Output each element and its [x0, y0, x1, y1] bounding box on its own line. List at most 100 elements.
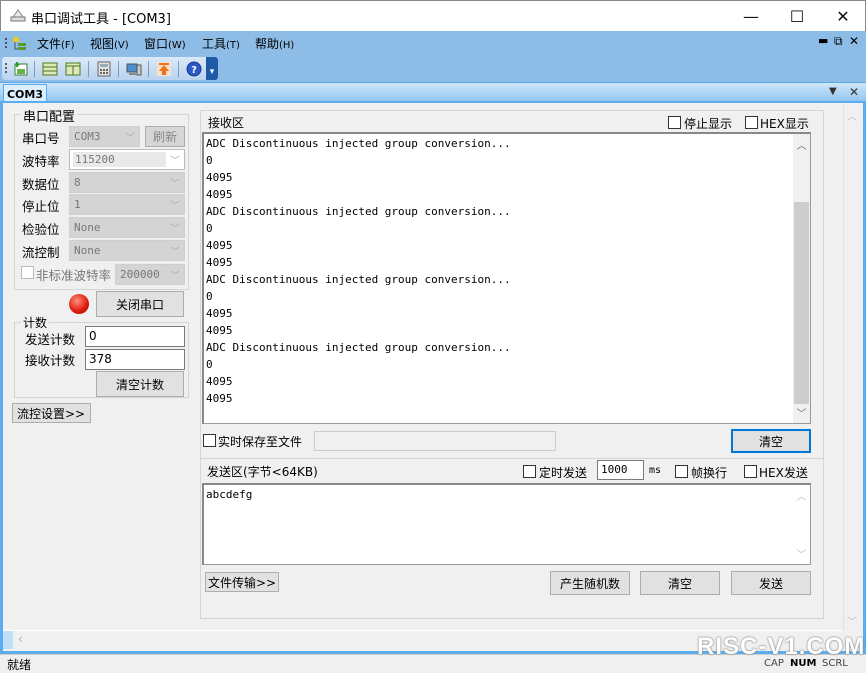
calculator-icon[interactable] [96, 61, 112, 77]
receive-line: 4095 [206, 171, 233, 184]
app-icon [10, 9, 26, 22]
receive-line: 0 [206, 358, 213, 371]
newline-label: 帧换行 [691, 466, 728, 480]
custom-baud-checkbox[interactable] [21, 266, 34, 279]
status-text: 就绪 [7, 658, 32, 672]
scroll-down-icon[interactable]: ﹀ [844, 613, 860, 628]
chevron-down-icon: ﹀ [170, 271, 180, 282]
receive-line: 0 [206, 290, 213, 303]
maximize-button[interactable]: ☐ [774, 1, 820, 32]
menu-tools[interactable]: 工具(T) [202, 35, 240, 52]
clear-count-button[interactable]: 清空计数 [96, 371, 184, 397]
tab-close-button[interactable]: ✕ [849, 85, 859, 99]
chevron-down-icon: ﹀ [170, 156, 180, 167]
scroll-down-icon[interactable]: ﹀ [793, 546, 810, 561]
computer-icon[interactable] [126, 61, 142, 77]
chevron-down-icon: ﹀ [170, 247, 180, 258]
hex-display-checkbox[interactable] [745, 116, 758, 129]
send-count-label: 发送计数 [25, 332, 76, 347]
scroll-down-icon[interactable]: ﹀ [793, 405, 810, 420]
hex-send-checkbox[interactable] [744, 465, 757, 478]
baud-select[interactable]: 115200 ﹀ [69, 149, 185, 170]
custom-baud-select[interactable]: 200000 ﹀ [115, 264, 185, 285]
mdi-restore-button[interactable]: ⧉ [834, 34, 843, 49]
receive-line: ADC Discontinuous injected group convers… [206, 273, 511, 286]
toolbar-separator [148, 61, 149, 77]
menu-view[interactable]: 视图(V) [90, 35, 129, 52]
receive-content: ADC Discontinuous injected group convers… [206, 135, 511, 407]
clear-receive-button[interactable]: 清空 [731, 429, 811, 453]
tab-list-dropdown[interactable]: ▼ [829, 86, 837, 97]
minimize-button[interactable]: — [728, 1, 774, 32]
clear-send-button[interactable]: 清空 [640, 571, 720, 595]
scroll-up-icon[interactable]: ︿ [793, 488, 810, 503]
save-to-file-checkbox[interactable] [203, 434, 216, 447]
mdi-minimize-button[interactable]: ▬ [818, 34, 828, 47]
stopbits-select[interactable]: 1 ﹀ [69, 194, 185, 215]
receive-line: ADC Discontinuous injected group convers… [206, 341, 511, 354]
databits-select[interactable]: 8 ﹀ [69, 172, 185, 193]
receive-line: 4095 [206, 239, 233, 252]
send-button[interactable]: 发送 [731, 571, 811, 595]
chevron-down-icon: ﹀ [170, 224, 180, 235]
timed-send-checkbox[interactable] [523, 465, 536, 478]
close-port-button[interactable]: 关闭串口 [96, 291, 184, 317]
watermark: RISC-V1.COM [697, 633, 866, 660]
stop-display-checkbox[interactable] [668, 116, 681, 129]
window-title: 串口调试工具 - [COM3] [31, 12, 171, 27]
port-status-led [69, 294, 89, 314]
newline-checkbox[interactable] [675, 465, 688, 478]
menu-window[interactable]: 窗口(W) [144, 35, 186, 52]
help-icon[interactable]: ? [186, 61, 202, 77]
send-title: 发送区(字节<64KB) [207, 465, 318, 479]
parity-select[interactable]: None ﹀ [69, 217, 185, 238]
save-path-field[interactable] [314, 431, 556, 451]
interval-input[interactable]: 1000 [597, 460, 644, 480]
menu-app-icon [13, 37, 26, 50]
receive-line: 4095 [206, 375, 233, 388]
layout-horizontal-icon[interactable] [42, 61, 58, 77]
hex-display-label: HEX显示 [760, 117, 809, 131]
toolbar-row: ? ▾ [0, 55, 866, 82]
send-scrollbar[interactable]: ︿ ﹀ [793, 485, 810, 564]
menu-help[interactable]: 帮助(H) [255, 35, 294, 52]
scroll-up-icon[interactable]: ︿ [844, 108, 860, 123]
main-vertical-scrollbar[interactable]: ︿ ﹀ [843, 104, 860, 630]
close-button[interactable]: ✕ [820, 1, 866, 32]
custom-baud-label: 非标准波特率 [36, 268, 112, 283]
send-textarea[interactable]: abcdefg ︿ ﹀ [202, 483, 811, 565]
parity-label: 检验位 [22, 222, 60, 237]
mdi-close-button[interactable]: ✕ [849, 34, 859, 48]
receive-scrollbar[interactable]: ︿ ﹀ [793, 134, 810, 423]
receive-line: 0 [206, 222, 213, 235]
chevron-down-icon: ﹀ [170, 201, 180, 212]
chevron-down-icon: ﹀ [170, 179, 180, 190]
toolbar-overflow-button[interactable]: ▾ [206, 57, 218, 80]
flow-settings-button[interactable]: 流控设置>> [12, 403, 91, 423]
document-tab-strip: COM3 ▼ ✕ [0, 82, 866, 103]
receive-line: 4095 [206, 256, 233, 269]
upload-icon[interactable] [156, 61, 172, 77]
refresh-button[interactable]: 刷新 [145, 126, 185, 147]
baud-label: 波特率 [22, 154, 60, 169]
receive-line: 4095 [206, 188, 233, 201]
flow-control-select[interactable]: None ﹀ [69, 240, 185, 261]
scroll-thumb[interactable] [794, 202, 809, 404]
file-transfer-button[interactable]: 文件传输>> [205, 572, 279, 592]
receive-line: ADC Discontinuous injected group convers… [206, 205, 511, 218]
grip-icon [5, 63, 7, 73]
layout-vertical-icon[interactable] [65, 61, 81, 77]
menu-file[interactable]: 文件(F) [37, 35, 75, 52]
receive-textarea[interactable]: ADC Discontinuous injected group convers… [202, 132, 811, 424]
interval-unit: ms [649, 465, 662, 476]
flow-control-label: 流控制 [22, 245, 60, 260]
scroll-up-icon[interactable]: ︿ [793, 137, 810, 152]
random-button[interactable]: 产生随机数 [550, 571, 630, 595]
new-icon[interactable] [13, 61, 29, 77]
port-select[interactable]: COM3 ﹀ [69, 126, 140, 147]
toolbar-separator [178, 61, 179, 77]
scroll-left-icon[interactable]: ‹ [18, 632, 23, 646]
stopbits-label: 停止位 [22, 199, 60, 214]
receive-line: 4095 [206, 324, 233, 337]
menu-bar: 文件(F) 视图(V) 窗口(W) 工具(T) 帮助(H) ▬ ⧉ ✕ [0, 31, 866, 55]
